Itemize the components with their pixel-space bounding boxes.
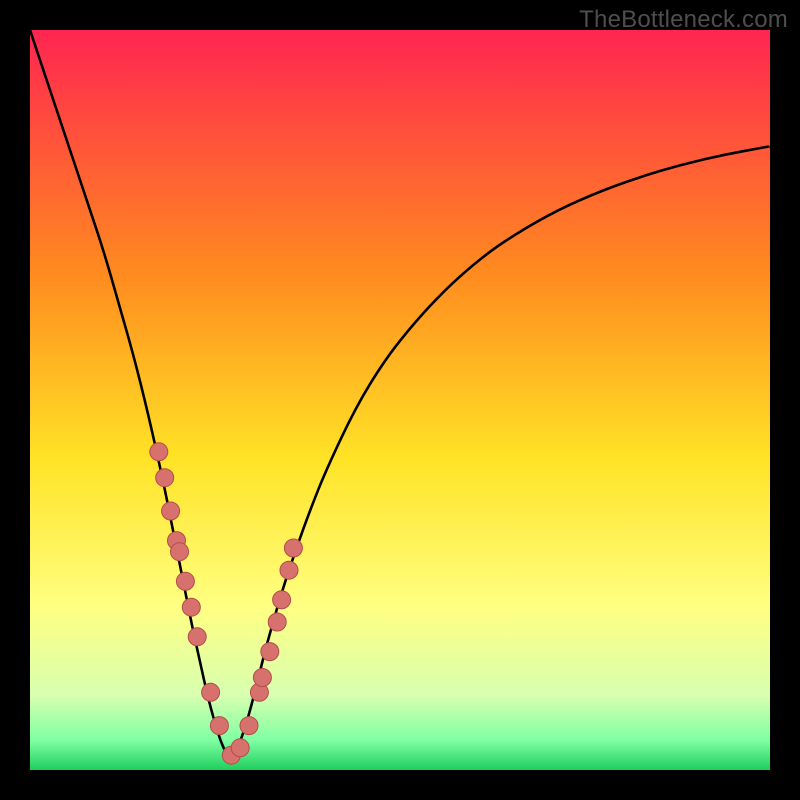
sample-dot bbox=[150, 443, 168, 461]
sample-dot bbox=[182, 598, 200, 616]
sample-dot bbox=[268, 613, 286, 631]
sample-dot bbox=[240, 717, 258, 735]
sample-dot bbox=[202, 683, 220, 701]
sample-dot bbox=[156, 469, 174, 487]
sample-dot bbox=[210, 717, 228, 735]
bottleneck-curve bbox=[30, 30, 770, 756]
sample-dot bbox=[188, 628, 206, 646]
sample-dot bbox=[253, 669, 271, 687]
sample-dot bbox=[162, 502, 180, 520]
sample-dot bbox=[171, 543, 189, 561]
sample-dot bbox=[176, 572, 194, 590]
watermark-text: TheBottleneck.com bbox=[579, 6, 788, 34]
outer-frame: TheBottleneck.com bbox=[0, 0, 800, 800]
sample-dot bbox=[273, 591, 291, 609]
sample-dot bbox=[280, 561, 298, 579]
sample-dot bbox=[231, 739, 249, 757]
sample-dot bbox=[261, 643, 279, 661]
sample-dot bbox=[284, 539, 302, 557]
chart-overlay bbox=[30, 30, 770, 770]
plot-area bbox=[30, 30, 770, 770]
sample-dots bbox=[150, 443, 303, 764]
